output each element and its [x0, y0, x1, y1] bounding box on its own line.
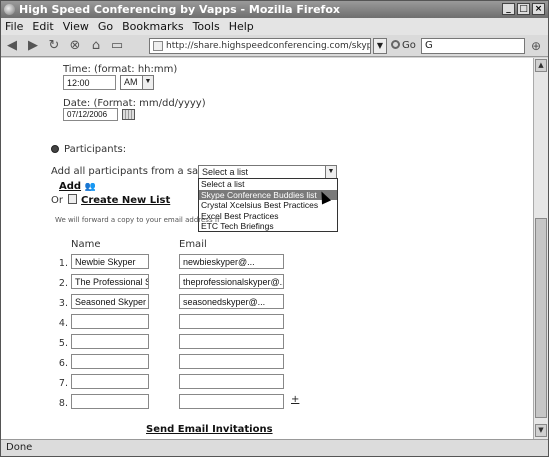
- email-input[interactable]: theprofessionalskyper@...: [179, 274, 284, 289]
- scroll-thumb[interactable]: [535, 218, 547, 418]
- page-content: Time: (format: hh:mm) 12:00 AM ▼ Date: (…: [1, 58, 533, 439]
- go-button[interactable]: Go: [391, 38, 416, 54]
- dropdown-option-highlighted[interactable]: Skype Conference Buddies list: [199, 189, 337, 200]
- status-bar: Done: [1, 439, 548, 456]
- add-link-group[interactable]: Add 👥: [59, 179, 96, 192]
- email-input[interactable]: [179, 354, 284, 369]
- ampm-value: AM: [124, 77, 138, 87]
- add-link[interactable]: Add: [59, 181, 81, 192]
- add-people-icon: 👥: [84, 182, 96, 192]
- vertical-scrollbar[interactable]: ▲ ▼: [533, 58, 548, 439]
- url-dropdown-button[interactable]: ▼: [373, 38, 387, 54]
- row-number: 3.: [58, 298, 68, 309]
- row-number: 7.: [58, 378, 68, 389]
- home-icon[interactable]: ⌂: [88, 38, 104, 54]
- go-label: Go: [402, 40, 416, 51]
- menu-help[interactable]: Help: [229, 20, 254, 33]
- menu-file[interactable]: File: [5, 20, 23, 33]
- email-column-header: Email: [179, 239, 207, 250]
- name-input[interactable]: The Professional Sk: [71, 274, 149, 289]
- ampm-select[interactable]: AM ▼: [120, 75, 154, 90]
- menu-tools[interactable]: Tools: [193, 20, 220, 33]
- name-input[interactable]: [71, 314, 149, 329]
- create-new-list-link[interactable]: Create New List: [81, 195, 170, 206]
- new-list-icon: [68, 194, 77, 204]
- email-input[interactable]: [179, 314, 284, 329]
- name-column-header: Name: [71, 239, 101, 250]
- close-button[interactable]: ×: [532, 3, 545, 15]
- row-number: 6.: [58, 358, 68, 369]
- dropdown-option[interactable]: Crystal Xcelsius Best Practices: [199, 200, 337, 211]
- forward-note: We will forward a copy to your email add…: [55, 216, 221, 224]
- row-number: 2.: [58, 278, 68, 289]
- name-input[interactable]: Newbie Skyper: [71, 254, 149, 269]
- menu-edit[interactable]: Edit: [32, 20, 53, 33]
- stop-icon[interactable]: ⊗: [67, 38, 83, 54]
- row-number: 8.: [58, 398, 68, 409]
- name-input[interactable]: [71, 394, 149, 409]
- name-input[interactable]: [71, 374, 149, 389]
- time-input[interactable]: 12:00: [63, 75, 116, 90]
- participants-bullet-icon: [51, 145, 59, 153]
- menu-bar: File Edit View Go Bookmarks Tools Help: [1, 18, 548, 35]
- participants-label: Participants:: [64, 144, 127, 155]
- site-icon: [153, 41, 163, 51]
- chevron-down-icon: ▼: [325, 166, 336, 178]
- name-input[interactable]: [71, 334, 149, 349]
- or-label: Or: [51, 195, 63, 206]
- minimize-button[interactable]: _: [502, 3, 515, 15]
- saved-list-select-value: Select a list: [202, 167, 249, 177]
- create-list-group[interactable]: Create New List: [68, 193, 170, 206]
- title-bar: High Speed Conferencing by Vapps - Mozil…: [1, 1, 548, 18]
- name-input[interactable]: [71, 354, 149, 369]
- email-input[interactable]: [179, 394, 284, 409]
- search-input[interactable]: G: [421, 38, 525, 54]
- chevron-down-icon: ▼: [142, 76, 153, 89]
- firefox-icon: [4, 4, 15, 15]
- navigation-toolbar: ◀ ▶ ↻ ⊗ ⌂ ▭ http://share.highspeedconfer…: [1, 35, 548, 57]
- search-icon[interactable]: ⊕: [528, 38, 544, 54]
- menu-bookmarks[interactable]: Bookmarks: [122, 20, 183, 33]
- email-input[interactable]: seasonedskyper@...: [179, 294, 284, 309]
- reload-icon[interactable]: ↻: [46, 38, 62, 54]
- date-input[interactable]: 07/12/2006: [63, 108, 118, 121]
- send-invitations-link[interactable]: Send Email Invitations: [146, 424, 273, 435]
- maximize-button[interactable]: □: [517, 3, 530, 15]
- email-input[interactable]: [179, 374, 284, 389]
- name-input[interactable]: Seasoned Skyper: [71, 294, 149, 309]
- status-text: Done: [6, 442, 33, 453]
- row-number: 1.: [58, 258, 68, 269]
- row-number: 4.: [58, 318, 68, 329]
- window-title: High Speed Conferencing by Vapps - Mozil…: [19, 3, 340, 16]
- menu-go[interactable]: Go: [98, 20, 113, 33]
- page-icon[interactable]: ▭: [109, 38, 125, 54]
- email-input[interactable]: newbieskyper@...: [179, 254, 284, 269]
- row-number: 5.: [58, 338, 68, 349]
- calendar-icon[interactable]: [122, 109, 135, 120]
- scroll-down-icon[interactable]: ▼: [535, 424, 547, 437]
- email-input[interactable]: [179, 334, 284, 349]
- forward-icon[interactable]: ▶: [25, 38, 41, 54]
- saved-list-select[interactable]: Select a list ▼: [198, 165, 337, 179]
- participants-heading: Participants:: [51, 144, 126, 155]
- dropdown-option[interactable]: Select a list: [199, 179, 337, 190]
- time-label: Time: (format: hh:mm): [63, 64, 178, 75]
- scroll-up-icon[interactable]: ▲: [535, 59, 547, 72]
- url-text: http://share.highspeedconferencing.com/s…: [166, 41, 370, 51]
- add-row-link[interactable]: +: [291, 394, 299, 405]
- browser-window: High Speed Conferencing by Vapps - Mozil…: [0, 0, 549, 457]
- back-icon[interactable]: ◀: [4, 38, 20, 54]
- menu-view[interactable]: View: [63, 20, 89, 33]
- go-icon: [391, 40, 400, 49]
- url-bar[interactable]: http://share.highspeedconferencing.com/s…: [149, 38, 371, 54]
